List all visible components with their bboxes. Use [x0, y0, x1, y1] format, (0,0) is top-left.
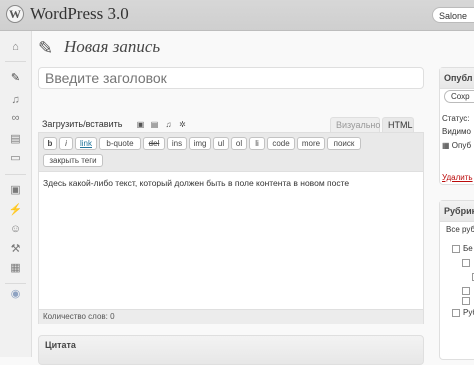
plugins-icon[interactable]: ⚡ — [8, 203, 23, 218]
links-icon[interactable]: ∞ — [8, 111, 23, 126]
calendar-icon: ▦ — [442, 141, 450, 150]
move-to-trash-link[interactable]: Удалить — [442, 173, 473, 182]
quicktag-search-button[interactable]: поиск — [327, 137, 361, 150]
posts-icon[interactable]: ✎ — [8, 71, 23, 86]
category-checkbox[interactable] — [462, 259, 470, 267]
menu-separator — [5, 61, 26, 62]
add-audio-icon[interactable]: ♫ — [164, 120, 173, 129]
add-media-icon[interactable]: ✲ — [178, 120, 187, 129]
quicktag-link-button[interactable]: link — [75, 137, 97, 150]
quicktag-ol-button[interactable]: ol — [231, 137, 247, 150]
category-checkbox[interactable] — [452, 245, 460, 253]
add-image-icon[interactable]: ▣ — [136, 120, 145, 129]
category-checkbox[interactable] — [452, 309, 460, 317]
pages-icon[interactable]: ▤ — [8, 132, 23, 147]
publish-title: Опубл — [444, 73, 473, 83]
quicktag-li-button[interactable]: li — [249, 137, 265, 150]
tab-visual[interactable]: Визуально — [330, 117, 380, 132]
quicktag-ins-button[interactable]: ins — [167, 137, 187, 150]
excerpt-metabox: Цитата — [38, 335, 424, 365]
post-editor: b i link b-quote del ins img ul ol li co… — [38, 132, 424, 324]
collapse-menu-icon[interactable]: ◉ — [8, 287, 23, 302]
header-account-button[interactable]: Salone — [432, 7, 474, 23]
media-icon[interactable]: ♫ — [8, 93, 23, 108]
add-video-icon[interactable]: ▤ — [150, 120, 159, 129]
tools-icon[interactable]: ⚒ — [8, 242, 23, 257]
category-checkbox[interactable] — [462, 287, 470, 295]
categories-title: Рубрик — [444, 206, 474, 216]
quicktag-bold-button[interactable]: b — [43, 137, 57, 150]
publish-metabox: Опубл Сохр Статус: Видимо ▦ Опуб Удалить — [439, 67, 474, 185]
menu-separator — [5, 283, 26, 284]
quicktag-italic-button[interactable]: i — [59, 137, 73, 150]
site-title[interactable]: WordPress 3.0 — [30, 4, 129, 24]
quicktag-ul-button[interactable]: ul — [213, 137, 229, 150]
wordpress-logo-icon[interactable]: W — [6, 5, 24, 23]
categories-metabox: Рубрик Все руб Бе Руб — [439, 200, 474, 360]
quicktag-img-button[interactable]: img — [189, 137, 211, 150]
quicktag-close-tags-button[interactable]: закрыть теги — [43, 154, 103, 167]
categories-header[interactable]: Рубрик — [440, 201, 474, 222]
category-checkbox[interactable] — [462, 297, 470, 305]
publish-header[interactable]: Опубл — [440, 68, 474, 89]
quicktags-toolbar: b i link b-quote del ins img ul ol li co… — [39, 133, 423, 172]
publish-schedule-text: Опуб — [451, 141, 472, 150]
settings-icon[interactable]: ▦ — [8, 261, 23, 276]
category-label: Руб — [463, 308, 474, 317]
word-count: Количество слов: 0 — [43, 312, 115, 321]
admin-header: W WordPress 3.0 Salone — [0, 0, 474, 31]
appearance-icon[interactable]: ▣ — [8, 183, 23, 198]
dashboard-icon[interactable]: ⌂ — [8, 40, 23, 55]
menu-separator — [5, 174, 26, 175]
edit-post-icon: ✎ — [38, 38, 54, 58]
quicktag-del-button[interactable]: del — [143, 137, 165, 150]
post-title-input[interactable] — [38, 67, 424, 89]
publish-schedule-label: ▦ Опуб — [442, 141, 471, 150]
category-label: Бе — [463, 244, 473, 253]
admin-sidebar-menu: ⌂ ✎ ♫ ∞ ▤ ▭ ▣ ⚡ ☺ ⚒ ▦ ◉ — [0, 31, 32, 357]
editor-status-bar: Количество слов: 0 — [39, 309, 423, 324]
save-draft-button[interactable]: Сохр — [444, 90, 474, 103]
page-title: Новая запись — [64, 37, 161, 56]
tab-html[interactable]: HTML — [382, 117, 414, 132]
quicktag-code-button[interactable]: code — [267, 137, 295, 150]
users-icon[interactable]: ☺ — [8, 222, 23, 237]
excerpt-title[interactable]: Цитата — [45, 340, 76, 350]
tab-all-categories[interactable]: Все руб — [446, 225, 474, 234]
quicktag-more-button[interactable]: more — [297, 137, 325, 150]
visibility-label: Видимо — [442, 127, 471, 136]
upload-insert-label: Загрузить/вставить — [42, 119, 123, 129]
comments-icon[interactable]: ▭ — [8, 151, 23, 166]
status-label: Статус: — [442, 114, 470, 123]
post-content-textarea[interactable]: Здесь какой-либо текст, который должен б… — [43, 177, 419, 189]
quicktag-blockquote-button[interactable]: b-quote — [99, 137, 141, 150]
